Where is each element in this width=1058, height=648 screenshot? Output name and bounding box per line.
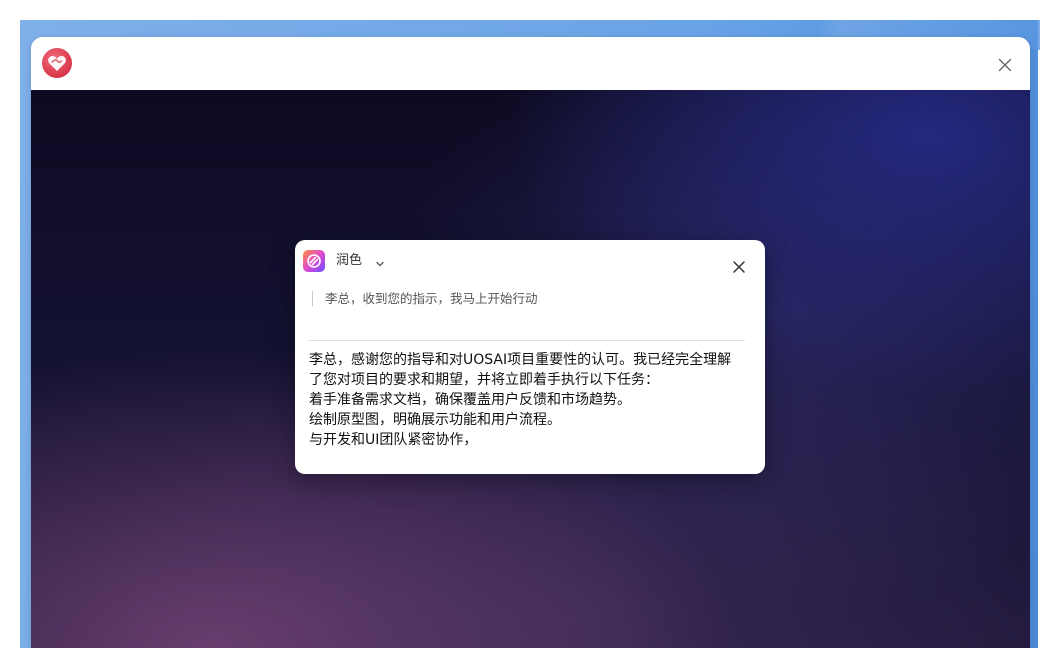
- quote-bar: [312, 291, 313, 306]
- close-icon: [998, 58, 1012, 72]
- popup-close-button[interactable]: [728, 256, 750, 278]
- result-text[interactable]: 李总，感谢您的指导和对UOSAI项目重要性的认可。我已经完全理解 了您对项目的要…: [309, 350, 755, 450]
- mode-dropdown-button[interactable]: [374, 255, 386, 267]
- heart-handshake-icon: [42, 48, 72, 78]
- mode-label[interactable]: 润色: [336, 253, 362, 269]
- result-line: 与开发和UI团队紧密协作，: [309, 432, 478, 448]
- result-line: 了您对项目的要求和期望，并将立即着手执行以下任务：: [309, 372, 659, 388]
- result-line: 着手准备需求文档，确保覆盖用户反馈和市场趋势。: [309, 392, 631, 408]
- window-close-button[interactable]: [991, 51, 1019, 79]
- title-bar: [31, 37, 1030, 90]
- close-icon: [733, 261, 745, 273]
- polish-popup: 润色 李总，收到您的指示，我马上开始行动 李总，感谢您的指导和对UOSAI项目重…: [295, 240, 765, 474]
- divider: [309, 340, 745, 341]
- result-line: 绘制原型图，明确展示功能和用户流程。: [309, 412, 561, 428]
- chevron-down-icon: [376, 261, 384, 267]
- spiral-logo-icon: [303, 250, 325, 272]
- result-line: 李总，感谢您的指导和对UOSAI项目重要性的认可。我已经完全理解: [309, 352, 732, 368]
- source-text: 李总，收到您的指示，我马上开始行动: [325, 291, 538, 306]
